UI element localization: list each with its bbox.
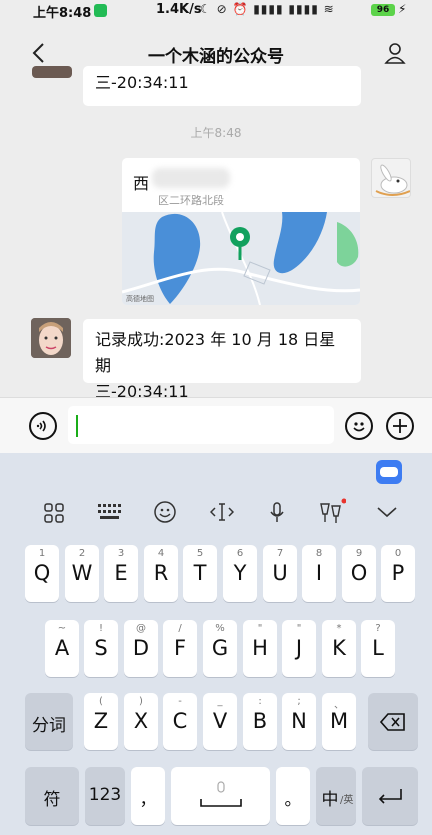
map-attribution: 高德地图 <box>126 294 154 303</box>
enter-key[interactable] <box>362 767 418 825</box>
comma-key[interactable]: ， <box>131 767 165 825</box>
period-key[interactable]: 。 <box>276 767 310 825</box>
space-key[interactable] <box>171 767 270 825</box>
key-s[interactable]: ! S <box>84 620 118 677</box>
collapse-keyboard-icon[interactable] <box>377 506 397 518</box>
space-mic-icon <box>200 781 242 807</box>
cursor-move-icon[interactable] <box>210 502 234 522</box>
child-avatar-icon <box>31 318 71 358</box>
key-o[interactable]: 9O <box>342 545 376 602</box>
sticker-icon[interactable] <box>318 498 346 524</box>
message-text-line1: 记录成功:2023 年 10 月 18 日星期 <box>95 330 336 375</box>
emoji-icon <box>353 422 365 432</box>
key-m[interactable]: 、 M <box>322 693 356 750</box>
rabbit-avatar-icon <box>375 164 410 196</box>
key-e[interactable]: 3E <box>104 545 138 602</box>
key-x[interactable]: ) X <box>124 693 158 750</box>
voice-wave-icon <box>36 420 46 432</box>
battery-icon: 96 <box>371 4 395 16</box>
microphone-icon[interactable] <box>268 502 286 524</box>
emoji-keyboard-icon[interactable] <box>154 501 176 523</box>
key-l[interactable]: ? L <box>361 620 395 677</box>
profile-icon[interactable] <box>384 42 406 64</box>
key-b[interactable]: :B <box>243 693 277 750</box>
key-c[interactable]: -C <box>163 693 197 750</box>
location-name: 西 <box>133 174 150 193</box>
keyboard-assistant-icon[interactable] <box>376 460 402 484</box>
backspace-icon <box>380 713 405 731</box>
my-avatar[interactable] <box>371 158 411 198</box>
message-timestamp: 上午8:48 <box>190 126 242 140</box>
key-d[interactable]: @ D <box>124 620 158 677</box>
plus-icon <box>393 419 407 433</box>
network-speed: 1.4K/s <box>156 2 202 17</box>
key-g[interactable]: % G <box>203 620 237 677</box>
message-bubble[interactable]: 记录成功:2023 年 10 月 18 日星期 三-20:34:11 <box>83 319 361 401</box>
voice-input-button[interactable] <box>29 412 57 440</box>
key-p[interactable]: 0P <box>381 545 415 602</box>
location-name-redaction <box>152 168 230 188</box>
app-notification-icon <box>94 4 107 17</box>
key-z[interactable]: (Z <box>84 693 118 750</box>
input-bar <box>0 397 432 453</box>
charging-icon: ⚡ <box>398 2 407 16</box>
sender-avatar[interactable] <box>31 318 71 358</box>
location-address: 区二环路北段 <box>158 194 224 207</box>
emoji-button[interactable] <box>345 412 373 440</box>
backspace-key[interactable] <box>368 693 418 750</box>
status-bar: 上午8:48 1.4K/s ☾ ⊘ ⏰ ▮▮▮▮ ▮▮▮▮ ≋ 96 ⚡ <box>0 0 432 22</box>
location-map[interactable]: 高德地图 <box>122 212 360 305</box>
text-caret <box>76 415 78 437</box>
more-plus-button[interactable] <box>386 412 414 440</box>
key-w[interactable]: 2W <box>65 545 99 602</box>
status-time: 上午8:48 <box>33 6 92 21</box>
partial-avatar <box>32 66 72 78</box>
key-n[interactable]: ; N <box>282 693 316 750</box>
key-j[interactable]: " J <box>282 620 316 677</box>
enter-icon <box>378 789 402 804</box>
key-f[interactable]: / F <box>163 620 197 677</box>
message-input[interactable] <box>68 406 334 444</box>
location-card[interactable]: 西 区二环路北段 高德地图 <box>122 158 360 305</box>
language-switch-key[interactable]: 中 /英 <box>316 767 356 825</box>
key-q[interactable]: 1Q <box>25 545 59 602</box>
key-a[interactable]: ~ A <box>45 620 79 677</box>
keyboard: 1Q 2W 3E 4R 5T 6Y 7U 8I 9O 0P ~ A ! S @ D /… <box>0 453 432 835</box>
status-icons: ☾ ⊘ ⏰ ▮▮▮▮ ▮▮▮▮ ≋ <box>200 2 335 16</box>
partial-message-text: 三-20:34:11 <box>95 73 189 92</box>
key-y[interactable]: 6Y <box>223 545 257 602</box>
apps-grid-icon[interactable] <box>44 503 64 523</box>
key-i[interactable]: 8I <box>302 545 336 602</box>
symbol-key[interactable]: 符 <box>25 767 79 825</box>
language-en-label: /英 <box>340 795 354 806</box>
key-v[interactable]: _ V <box>203 693 237 750</box>
keyboard-layout-icon[interactable] <box>98 503 122 521</box>
word-segment-key[interactable]: 分词 <box>25 693 73 750</box>
number-key[interactable]: 123 <box>85 767 125 825</box>
key-t[interactable]: 5T <box>183 545 217 602</box>
key-r[interactable]: 4R <box>144 545 178 602</box>
key-k[interactable]: * K <box>322 620 356 677</box>
key-h[interactable]: " H <box>243 620 277 677</box>
page-title: 一个木涵的公众号 <box>148 47 284 67</box>
partial-message-bubble[interactable]: 三-20:34:11 <box>83 66 361 106</box>
key-u[interactable]: 7U <box>263 545 297 602</box>
